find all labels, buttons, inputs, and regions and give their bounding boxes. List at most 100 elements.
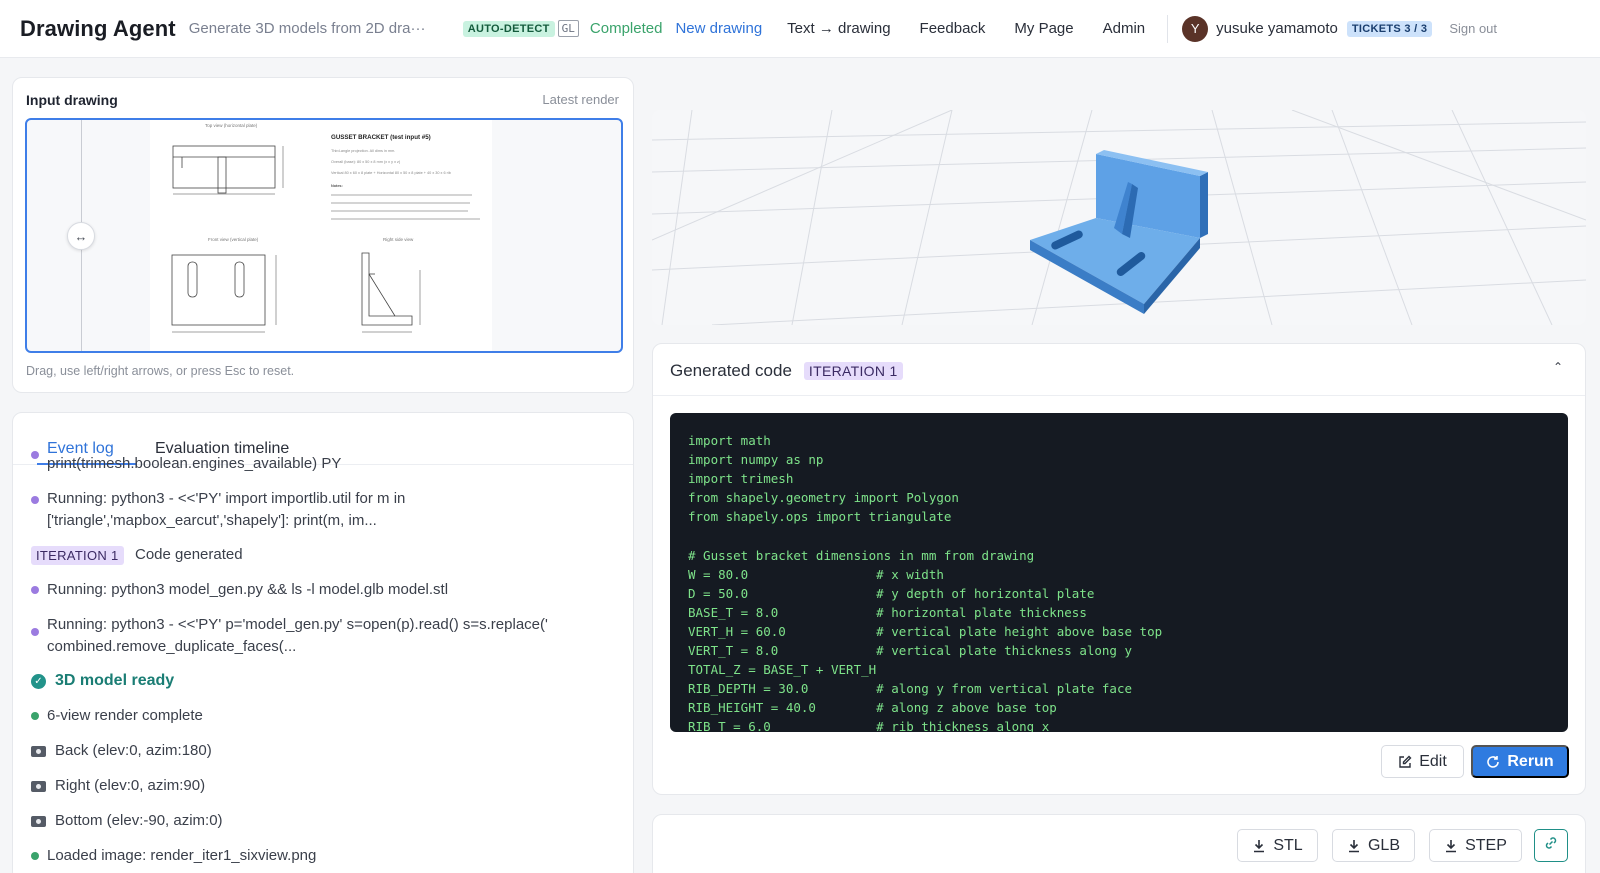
log-text: Loaded image: render_iter1_sixview.png — [47, 847, 317, 864]
edit-button[interactable]: Edit — [1381, 745, 1464, 778]
log-text: Running: python3 - <<'PY' import importl… — [47, 490, 406, 529]
code-line: from shapely.geometry import Polygon — [688, 490, 959, 506]
link-icon — [1543, 835, 1559, 856]
nav-admin[interactable]: Admin — [1103, 20, 1146, 37]
download-step-button[interactable]: STEP — [1429, 829, 1522, 862]
code-viewer[interactable]: import math import numpy as np import tr… — [670, 413, 1568, 732]
code-line: TOTAL_Z = BASE_T + VERT_H — [688, 662, 877, 678]
bullet-dot — [31, 586, 39, 594]
log-text: Code generated — [135, 546, 243, 563]
downloads-card: STL GLB STEP — [652, 814, 1586, 873]
header-divider — [1167, 14, 1169, 43]
bullet-dot — [31, 628, 39, 636]
rerun-button[interactable]: Rerun — [1471, 745, 1569, 778]
side-view-label: Right side view — [383, 237, 414, 242]
download-icon — [1252, 839, 1266, 853]
log-text: Running: python3 model_gen.py && ls -l m… — [47, 581, 449, 598]
download-glb-button[interactable]: GLB — [1332, 829, 1415, 862]
drawing-notes-label: Notes: — [331, 184, 343, 188]
nav-feedback[interactable]: Feedback — [920, 20, 986, 37]
front-view-label: Front view (vertical plate) — [208, 237, 259, 242]
tickets-badge: TICKETS 3 / 3 — [1346, 20, 1433, 37]
chevron-up-icon[interactable]: ⌃ — [1553, 360, 1563, 374]
refresh-icon — [1486, 755, 1500, 769]
download-stl-button[interactable]: STL — [1237, 829, 1318, 862]
log-text: 3D model ready — [55, 672, 175, 689]
app-title: Drawing Agent — [20, 15, 176, 41]
latest-render-label: Latest render — [542, 92, 619, 107]
log-text: Bottom (elev:-90, azim:0) — [55, 812, 223, 829]
camera-icon — [31, 816, 46, 827]
auto-detect-badge: AUTO-DETECT — [462, 20, 555, 37]
drawing-note-2: Overall (base): 80 x 50 x 8 mm (x x y x … — [331, 160, 401, 164]
log-text: Right (elev:0, azim:90) — [55, 777, 206, 794]
input-drawing-card: Input drawing Latest render Top view (ho… — [12, 77, 634, 393]
bullet-dot — [31, 712, 39, 720]
camera-icon — [31, 746, 46, 757]
drag-hint: Drag, use left/right arrows, or press Es… — [26, 364, 295, 378]
check-circle-icon: ✓ — [31, 674, 46, 689]
code-line: VERT_H = 60.0 # vertical plate height ab… — [688, 623, 1163, 639]
top-bar: Drawing Agent Generate 3D models from 2D… — [0, 0, 1600, 58]
glb-label: GLB — [1367, 836, 1400, 854]
code-line: VERT_T = 8.0 # vertical plate thickness … — [688, 643, 1133, 659]
arrows-horizontal-icon: ↔ — [74, 228, 88, 244]
download-icon — [1347, 839, 1361, 853]
code-line: import trimesh — [688, 471, 794, 487]
rerun-label: Rerun — [1507, 752, 1554, 770]
nav-text-to-drawing[interactable]: Text → drawing — [787, 20, 890, 37]
list-item: Running: python3 - <<'PY' import importl… — [31, 488, 611, 532]
log-text: print(trimesh.boolean.engines_available)… — [47, 455, 342, 472]
edit-icon — [1398, 755, 1412, 769]
gl-badge: GL — [557, 20, 579, 37]
code-line: W = 80.0 # x width — [688, 566, 944, 582]
bullet-dot — [31, 496, 39, 504]
list-item: Running: python3 - <<'PY' p='model_gen.p… — [31, 614, 611, 658]
code-line: BASE_T = 8.0 # horizontal plate thicknes… — [688, 604, 1087, 620]
app-subtitle: Generate 3D models from 2D dra··· — [188, 20, 426, 37]
divider — [653, 395, 1585, 396]
log-text: Running: python3 - <<'PY' p='model_gen.p… — [47, 616, 548, 655]
log-text: 6-view render complete — [47, 707, 203, 724]
log-text: Back (elev:0, azim:180) — [55, 742, 212, 759]
download-icon — [1444, 839, 1458, 853]
code-line: RIB_DEPTH = 30.0 # along y from vertical… — [688, 681, 1133, 697]
iteration-badge: ITERATION 1 — [31, 546, 124, 565]
generated-code-title: Generated code — [670, 361, 792, 380]
compare-slider-handle[interactable]: ↔ — [67, 222, 95, 250]
drawing-sheet: Top view (horizontal plate) Front view (… — [150, 120, 492, 351]
drawing-compare-frame[interactable]: Top view (horizontal plate) Front view (… — [25, 118, 623, 353]
stl-label: STL — [1273, 836, 1303, 854]
drawing-heading: GUSSET BRACKET (test input #5) — [331, 134, 431, 141]
drawing-note-3: Vertical 80 x 60 x 8 plate + Horizontal … — [331, 171, 451, 175]
sign-out-link[interactable]: Sign out — [1449, 21, 1497, 36]
code-line: import math — [688, 433, 771, 448]
code-line: import numpy as np — [688, 452, 824, 468]
copy-link-button[interactable] — [1534, 829, 1568, 862]
3d-viewport[interactable] — [652, 110, 1586, 325]
code-line: RIB_HEIGHT = 40.0 # along z above base t… — [688, 700, 1057, 716]
nav-my-page[interactable]: My Page — [1014, 20, 1073, 37]
iteration-badge: ITERATION 1 — [803, 362, 903, 380]
technical-drawing-image: Top view (horizontal plate) Front view (… — [171, 123, 480, 333]
step-label: STEP — [1465, 836, 1507, 854]
bullet-dot — [31, 852, 39, 860]
status-text: Completed — [589, 20, 663, 37]
generated-code-card: Generated code ITERATION 1 ⌃ import math… — [652, 343, 1586, 795]
bullet-dot — [31, 451, 39, 459]
code-line: # Gusset bracket dimensions in mm from d… — [688, 547, 1035, 563]
event-log-card: Event log Evaluation timeline print(trim… — [12, 412, 634, 873]
camera-icon — [31, 781, 46, 792]
code-line: from shapely.ops import triangulate — [688, 509, 952, 525]
code-line: D = 50.0 # y depth of horizontal plate — [688, 585, 1095, 601]
user-name: yusuke yamamoto — [1216, 20, 1338, 37]
gusset-bracket-model — [1030, 150, 1208, 314]
code-line: RIB_T = 6.0 # rib thickness along x — [688, 719, 1050, 732]
top-view-label: Top view (horizontal plate) — [205, 123, 258, 128]
avatar[interactable]: Y — [1182, 15, 1209, 42]
edit-label: Edit — [1419, 752, 1447, 770]
drawing-note-1: Third-angle projection. All dims in mm. — [331, 149, 395, 153]
nav-new-drawing[interactable]: New drawing — [675, 20, 762, 37]
3d-model-viewer[interactable] — [652, 110, 1586, 325]
